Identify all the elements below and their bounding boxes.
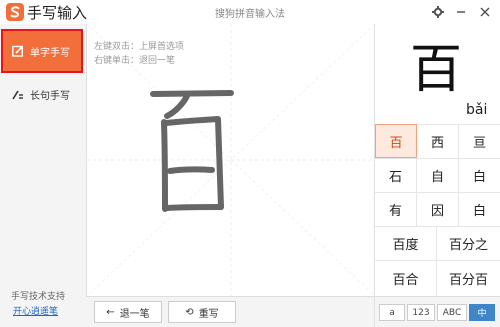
pen-lines-icon bbox=[12, 90, 23, 100]
kb-mode-chinese[interactable]: 中 bbox=[469, 304, 495, 321]
kb-mode-punct[interactable]: a bbox=[379, 304, 405, 321]
candidate-5[interactable]: 自 bbox=[417, 158, 459, 192]
sogou-logo-icon bbox=[6, 3, 24, 21]
recognition-preview: 百 bǎi bbox=[374, 24, 500, 124]
rewrite-button[interactable]: ⟲ 重写 bbox=[168, 301, 236, 323]
arrow-left-icon: ← bbox=[106, 306, 115, 318]
canvas-hint-1: 左键双击：上屏首选项 bbox=[94, 42, 185, 52]
canvas-toolbar: ← 退一笔 ⟲ 重写 bbox=[86, 296, 374, 327]
kb-mode-letters[interactable]: ABC bbox=[437, 304, 467, 321]
candidate-2[interactable]: 西 bbox=[417, 124, 459, 158]
undo-stroke-button[interactable]: ← 退一笔 bbox=[94, 301, 162, 323]
kb-mode-number[interactable]: 123 bbox=[407, 304, 435, 321]
candidate-6[interactable]: 白 bbox=[459, 158, 500, 192]
candidate-13[interactable]: 百分百 bbox=[437, 260, 500, 296]
undo-stroke-label: 退一笔 bbox=[119, 308, 150, 320]
candidate-12[interactable]: 百合 bbox=[375, 260, 437, 296]
single-char-mode-button[interactable]: 单字手写 bbox=[1, 29, 83, 73]
stroke-slash bbox=[164, 93, 190, 119]
candidate-grid: 百 西 亘 石 自 白 有 因 白 百度 百分之 百合 百分百 bbox=[374, 124, 500, 296]
refresh-icon: ⟲ bbox=[185, 306, 194, 318]
minimize-icon bbox=[457, 11, 465, 13]
preview-char: 百 bbox=[410, 40, 463, 100]
stroke-top bbox=[150, 90, 234, 97]
keyboard-mode-bar: a 123 ABC 中 bbox=[374, 296, 500, 327]
preview-pinyin: bǎi bbox=[466, 102, 488, 118]
stroke-middle bbox=[167, 166, 215, 174]
handwriting-canvas[interactable]: 左键双击：上屏首选项 右键单击：退回一笔 bbox=[86, 24, 375, 296]
single-char-mode-label: 单字手写 bbox=[30, 47, 70, 59]
stroke-right bbox=[163, 116, 224, 210]
candidate-10[interactable]: 百度 bbox=[375, 226, 437, 260]
support-link[interactable]: 开心逍遥笔 bbox=[13, 304, 58, 317]
candidate-8[interactable]: 因 bbox=[417, 192, 459, 226]
candidate-11[interactable]: 百分之 bbox=[437, 226, 500, 260]
candidate-1[interactable]: 百 bbox=[375, 124, 417, 158]
title-bar: 手写输入 搜狗拼音输入法 bbox=[0, 0, 500, 24]
candidate-9[interactable]: 白 bbox=[459, 192, 500, 226]
sentence-mode-label: 长句手写 bbox=[30, 90, 70, 102]
ime-name: 搜狗拼音输入法 bbox=[215, 9, 285, 20]
support-text: 手写技术支持 bbox=[11, 292, 66, 302]
handwritten-strokes bbox=[150, 90, 234, 212]
gear-icon bbox=[432, 6, 444, 18]
close-button[interactable] bbox=[476, 3, 494, 21]
sentence-mode-button[interactable]: 长句手写 bbox=[3, 76, 81, 112]
minimize-button[interactable] bbox=[452, 3, 470, 21]
pen-square-icon bbox=[12, 45, 24, 57]
close-icon bbox=[480, 7, 490, 17]
app-title: 手写输入 bbox=[27, 4, 88, 22]
candidate-4[interactable]: 石 bbox=[375, 158, 417, 192]
canvas-hint-2: 右键单击：退回一笔 bbox=[94, 56, 176, 66]
rewrite-label: 重写 bbox=[198, 308, 219, 320]
stroke-left bbox=[161, 119, 168, 212]
mode-sidebar: 单字手写 长句手写 手写技术支持 开心逍遥笔 bbox=[0, 24, 86, 327]
settings-button[interactable] bbox=[429, 3, 447, 21]
candidate-3[interactable]: 亘 bbox=[459, 124, 500, 158]
candidate-7[interactable]: 有 bbox=[375, 192, 417, 226]
stroke-bottom bbox=[164, 204, 224, 211]
